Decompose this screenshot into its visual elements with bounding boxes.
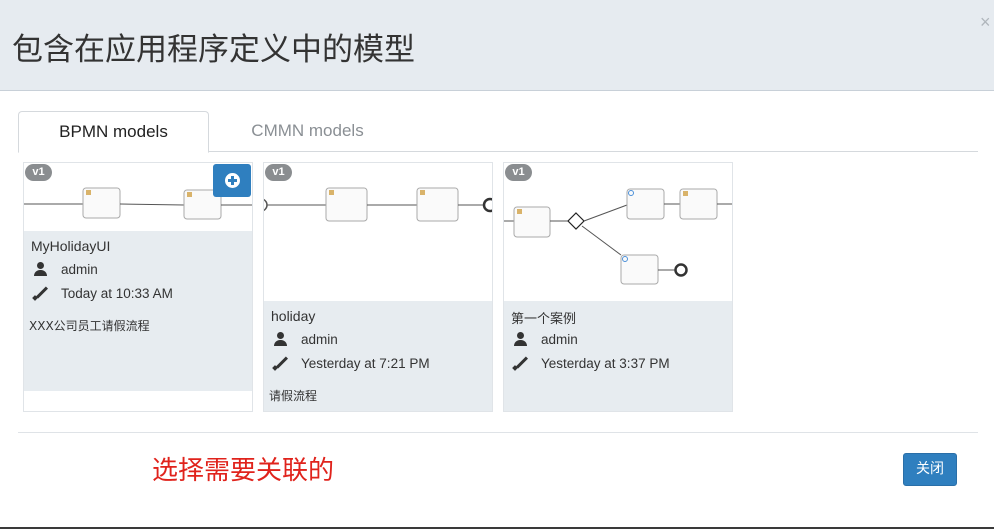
model-info: 第一个案例 admin Yesterday at 3:37 PM	[504, 301, 732, 411]
modified-time: Today at 10:33 AM	[61, 285, 173, 301]
model-card-holiday[interactable]: v1 holiday admin Yesterday at 7:21 PM 请假…	[263, 162, 493, 412]
user-icon	[33, 261, 49, 277]
process-diagram	[504, 188, 732, 285]
process-diagram	[264, 187, 492, 222]
model-modified: Today at 10:33 AM	[32, 285, 173, 301]
model-thumbnail	[504, 163, 732, 301]
close-button[interactable]: 关闭	[903, 453, 957, 486]
owner-name: admin	[61, 261, 98, 277]
model-description: 请假流程	[269, 389, 318, 403]
model-type-tabs: BPMN models CMMN models	[18, 111, 978, 153]
modified-time: Yesterday at 3:37 PM	[541, 355, 670, 371]
add-model-button[interactable]	[213, 164, 251, 197]
model-owner: admin	[513, 331, 578, 347]
model-modified: Yesterday at 3:37 PM	[512, 355, 670, 371]
owner-name: admin	[301, 331, 338, 347]
version-badge: v1	[505, 164, 532, 181]
model-info: holiday admin Yesterday at 7:21 PM 请假流程	[264, 301, 492, 411]
model-name: holiday	[271, 308, 316, 324]
footer-divider	[18, 432, 978, 433]
model-card-first-case[interactable]: v1 第一个案例 admin Yesterday at 3:37 PM	[503, 162, 733, 412]
model-owner: admin	[33, 261, 98, 277]
user-icon	[513, 331, 529, 347]
model-name: 第一个案例	[511, 312, 577, 327]
modal-header: 包含在应用程序定义中的模型 ×	[0, 0, 994, 91]
user-icon	[273, 331, 289, 347]
pencil-icon	[32, 285, 49, 301]
model-info: MyHolidayUI admin Today at 10:33 AM XXX公…	[24, 231, 252, 391]
pencil-icon	[272, 355, 289, 371]
model-modified: Yesterday at 7:21 PM	[272, 355, 430, 371]
plus-circle-icon	[224, 173, 240, 188]
close-icon[interactable]: ×	[980, 12, 994, 32]
tab-cmmn-models[interactable]: CMMN models	[230, 111, 385, 152]
owner-name: admin	[541, 331, 578, 347]
modified-time: Yesterday at 7:21 PM	[301, 355, 430, 371]
model-name: MyHolidayUI	[31, 238, 111, 254]
modal-dialog: 包含在应用程序定义中的模型 × BPMN models CMMN models …	[0, 0, 994, 529]
model-owner: admin	[273, 331, 338, 347]
pencil-icon	[512, 355, 529, 371]
model-thumbnail	[264, 163, 492, 301]
model-description: XXX公司员工请假流程	[29, 319, 150, 333]
model-card-myholidayui[interactable]: v1 MyHolidayUI admin Today at 10:33 AM X…	[23, 162, 253, 412]
annotation-text: 选择需要关联的	[152, 456, 335, 486]
version-badge: v1	[265, 164, 292, 181]
version-badge: v1	[25, 164, 52, 181]
tab-bpmn-models[interactable]: BPMN models	[18, 111, 209, 153]
modal-title: 包含在应用程序定义中的模型	[12, 32, 415, 68]
